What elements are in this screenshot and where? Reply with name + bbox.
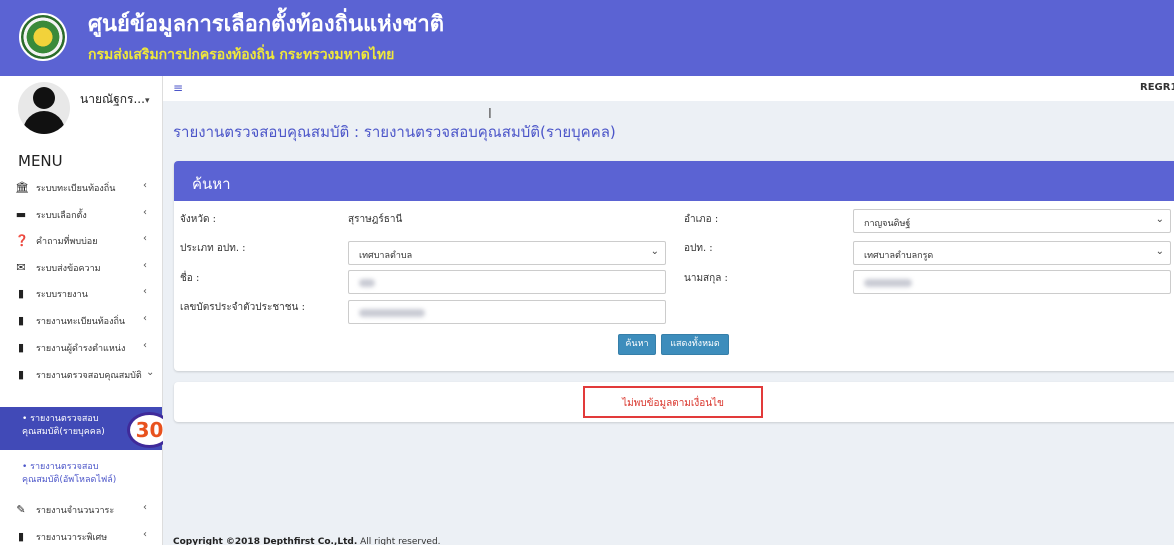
org-select-value: เทศบาลตำบลกรูด (864, 251, 934, 261)
last-name-label: นามสกุล : (684, 273, 728, 284)
sidebar-item-qualification-report[interactable]: ▮ รายงานตรวจสอบคุณสมบัติ ⌄ (0, 363, 163, 385)
avatar-head (33, 87, 55, 109)
chevron-left-icon: ‹ (143, 340, 147, 351)
redacted-text (864, 279, 912, 287)
footer-rights: All right reserved. (357, 537, 441, 545)
sidebar-item-label: ระบบส่งข้อความ (36, 264, 101, 274)
chevron-down-icon: ⌄ (1155, 214, 1164, 225)
sidebar-item-special-term-report[interactable]: ▮ รายงานวาระพิเศษ ‹ (0, 525, 163, 545)
hamburger-menu-icon[interactable]: ≡ (173, 81, 183, 95)
sidebar-item-label: ระบบรายงาน (36, 290, 88, 300)
site-subtitle: กรมส่งเสริมการปกครองท้องถิ่น กระทรวงมหาด… (88, 47, 395, 63)
department-logo-icon (19, 13, 67, 61)
edit-icon: ✎ (16, 503, 26, 516)
site-title: ศูนย์ข้อมูลการเลือกตั้งท้องถิ่นแห่งชาติ (88, 12, 444, 37)
sidebar-subitem-label: • รายงานตรวจสอบคุณสมบัติ(รายบุคคล) (22, 414, 105, 437)
chevron-down-icon: ⌄ (146, 367, 155, 378)
chevron-left-icon: ‹ (143, 233, 147, 244)
top-toolbar: ≡ REGR1 (163, 76, 1174, 101)
district-select-value: กาญจนดิษฐ์ (864, 219, 911, 229)
result-panel: ไม่พบข้อมูลตามเงื่อนไข (174, 382, 1174, 422)
avatar[interactable] (18, 82, 70, 134)
org-label: อปท. : (684, 243, 713, 254)
sidebar: นายณัฐกร... ▾ MENU 🏛 ระบบทะเบียนท้องถิ่น… (0, 76, 172, 545)
user-name[interactable]: นายณัฐกร... (80, 90, 145, 109)
chevron-left-icon: ‹ (143, 260, 147, 271)
footer-copyright: Copyright ©2018 Depthfirst Co.,Ltd. (173, 537, 358, 545)
chevron-left-icon: ‹ (143, 502, 147, 513)
search-panel-header: ค้นหา (174, 161, 1174, 201)
sidebar-item-label: คำถามที่พบบ่อย (36, 237, 98, 247)
file-icon: ▮ (17, 341, 25, 354)
file-icon: ▮ (17, 368, 25, 381)
chevron-left-icon: ‹ (143, 286, 147, 297)
first-name-input[interactable] (348, 270, 666, 294)
sidebar-item-label: รายงานผู้ดำรงตำแหน่ง (36, 344, 126, 354)
user-menu-caret-icon[interactable]: ▾ (145, 96, 150, 106)
search-button[interactable]: ค้นหา (618, 334, 656, 355)
last-name-input[interactable] (853, 270, 1171, 294)
show-all-button[interactable]: แสดงทั้งหมด (661, 334, 729, 355)
chevron-left-icon: ‹ (143, 313, 147, 324)
redacted-text (359, 309, 425, 317)
sidebar-item-label: ระบบเลือกตั้ง (36, 211, 87, 221)
sidebar-item-label: รายงานตรวจสอบคุณสมบัติ (36, 371, 142, 381)
sidebar-item-term-count-report[interactable]: ✎ รายงานจำนวนวาระ ‹ (0, 498, 163, 520)
sidebar-item-registry-report[interactable]: ▮ รายงานทะเบียนท้องถิ่น ‹ (0, 309, 163, 331)
menu-title: MENU (18, 152, 63, 170)
file-icon: ▮ (17, 530, 25, 543)
bank-icon: 🏛 (15, 181, 29, 194)
search-panel: ค้นหา จังหวัด : สุราษฎร์ธานี อำเภอ : กาญ… (174, 161, 1174, 371)
sidebar-item-local-registry[interactable]: 🏛 ระบบทะเบียนท้องถิ่น ‹ (0, 176, 163, 198)
sidebar-item-label: ระบบทะเบียนท้องถิ่น (36, 184, 116, 194)
avatar-body (23, 111, 65, 134)
sidebar-item-officeholder-report[interactable]: ▮ รายงานผู้ดำรงตำแหน่ง ‹ (0, 336, 163, 358)
file-icon: ▮ (17, 287, 25, 300)
sidebar-subitem-upload-check[interactable]: • รายงานตรวจสอบคุณสมบัติ(อัพโหลดไฟล์) (22, 461, 152, 487)
briefcase-icon: ▬ (15, 208, 27, 221)
footer: Copyright ©2018 Depthfirst Co.,Ltd. All … (173, 537, 441, 545)
district-select[interactable]: กาญจนดิษฐ์ ⌄ (853, 209, 1171, 233)
province-label: จังหวัด : (180, 214, 216, 225)
redacted-text (359, 279, 375, 287)
org-select[interactable]: เทศบาลตำบลกรูด ⌄ (853, 241, 1171, 265)
main-content: ≡ REGR1 I รายงานตรวจสอบคุณสมบัติ : รายงา… (163, 76, 1174, 545)
chevron-left-icon: ‹ (143, 180, 147, 191)
top-banner: ศูนย์ข้อมูลการเลือกตั้งท้องถิ่นแห่งชาติ … (0, 0, 1174, 76)
id-card-input[interactable] (348, 300, 666, 324)
sidebar-item-label: รายงานทะเบียนท้องถิ่น (36, 317, 126, 327)
no-result-message: ไม่พบข้อมูลตามเงื่อนไข (622, 398, 724, 409)
sidebar-item-faq[interactable]: ❓ คำถามที่พบบ่อย ‹ (0, 229, 163, 251)
sidebar-item-messaging[interactable]: ✉ ระบบส่งข้อความ ‹ (0, 256, 163, 278)
sidebar-item-reports[interactable]: ▮ ระบบรายงาน ‹ (0, 282, 163, 304)
envelope-icon: ✉ (16, 261, 26, 274)
no-result-highlight: ไม่พบข้อมูลตามเงื่อนไข (583, 386, 763, 418)
question-icon: ❓ (15, 234, 29, 247)
file-icon: ▮ (17, 314, 25, 327)
chevron-left-icon: ‹ (143, 207, 147, 218)
first-name-label: ชื่อ : (180, 273, 200, 284)
sidebar-item-label: รายงานวาระพิเศษ (36, 533, 108, 543)
org-type-select[interactable]: เทศบาลตำบล ⌄ (348, 241, 666, 265)
org-type-select-value: เทศบาลตำบล (359, 251, 413, 261)
chevron-left-icon: ‹ (143, 529, 147, 540)
district-label: อำเภอ : (684, 214, 719, 225)
sidebar-item-label: รายงานจำนวนวาระ (36, 506, 115, 516)
chevron-down-icon: ⌄ (1155, 246, 1164, 257)
search-panel-title: ค้นหา (192, 175, 231, 193)
chevron-down-icon: ⌄ (650, 246, 659, 257)
page-title: รายงานตรวจสอบคุณสมบัติ : รายงานตรวจสอบคุ… (173, 123, 616, 141)
province-value: สุราษฎร์ธานี (348, 214, 403, 225)
id-card-label: เลขบัตรประจำตัวประชาชน : (180, 302, 305, 313)
user-code: REGR1 (1140, 82, 1174, 93)
sidebar-item-election[interactable]: ▬ ระบบเลือกตั้ง ‹ (0, 203, 163, 225)
org-type-label: ประเภท อปท. : (180, 243, 246, 254)
